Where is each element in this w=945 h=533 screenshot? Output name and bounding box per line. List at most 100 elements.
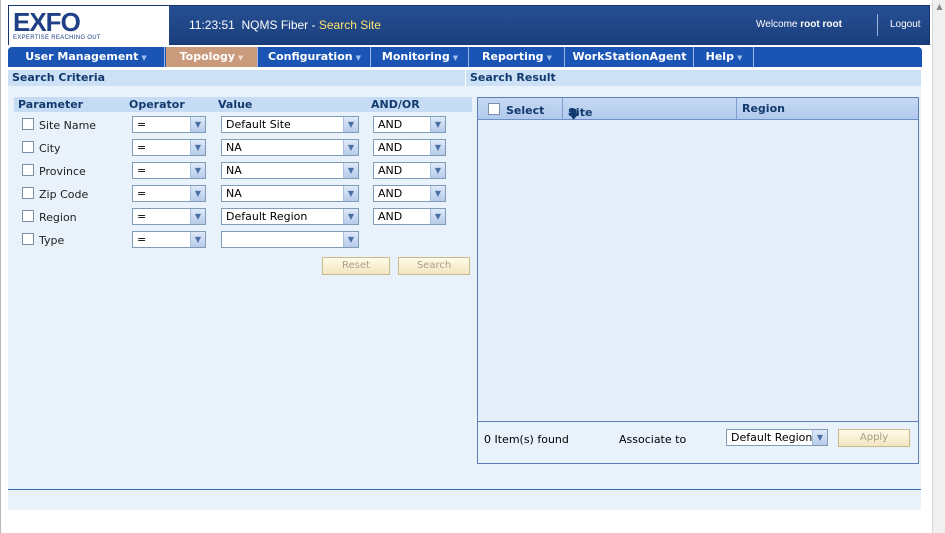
menu-workstationagent[interactable]: WorkStationAgent <box>566 47 694 67</box>
chevron-down-icon: ▼ <box>343 117 358 132</box>
chevron-down-icon: ▼ <box>190 232 205 247</box>
select-value: = <box>137 233 147 246</box>
logout-link[interactable]: Logout <box>890 19 921 30</box>
param-label: Site Name <box>39 119 97 132</box>
column-divider <box>562 98 563 120</box>
value-select[interactable]: NA ▼ <box>221 185 359 202</box>
column-divider <box>736 98 737 120</box>
zip-code-checkbox[interactable] <box>22 187 34 199</box>
value-select[interactable]: ▼ <box>221 231 359 248</box>
criteria-row-site-name: Site Name = ▼ Default Site ▼ AND ▼ <box>14 114 472 136</box>
chevron-down-icon: ▼ <box>343 186 358 201</box>
type-checkbox[interactable] <box>22 233 34 245</box>
chevron-down-icon: ▼ <box>812 430 827 445</box>
menu-help[interactable]: Help ▼ <box>695 47 754 67</box>
search-result-grid: Select Site 🡇 Region 0 Item(s) found Ass… <box>477 97 919 464</box>
criteria-row-province: Province = ▼ NA ▼ AND ▼ <box>14 160 472 182</box>
andor-select[interactable]: AND ▼ <box>373 162 446 179</box>
welcome-text: Welcome root root <box>756 19 842 30</box>
operator-select[interactable]: = ▼ <box>132 231 206 248</box>
chevron-down-icon: ▼ <box>238 54 244 62</box>
chevron-down-icon: ▼ <box>430 117 445 132</box>
operator-select[interactable]: = ▼ <box>132 116 206 133</box>
apply-button[interactable]: Apply <box>838 429 910 447</box>
param-label: Zip Code <box>39 188 89 201</box>
chevron-down-icon: ▼ <box>355 54 361 62</box>
welcome-prefix: Welcome <box>756 19 798 30</box>
search-button[interactable]: Search <box>398 257 470 275</box>
andor-select[interactable]: AND ▼ <box>373 116 446 133</box>
andor-select[interactable]: AND ▼ <box>373 208 446 225</box>
menu-label: Reporting <box>482 50 544 63</box>
andor-select[interactable]: AND ▼ <box>373 139 446 156</box>
col-parameter: Parameter <box>18 98 84 111</box>
menu-reporting[interactable]: Reporting ▼ <box>470 47 565 67</box>
city-checkbox[interactable] <box>22 141 34 153</box>
chevron-down-icon: ▼ <box>343 140 358 155</box>
param-label: City <box>39 142 61 155</box>
select-value: AND <box>378 164 403 177</box>
logo: EXFO EXPERTISE REACHING OUT <box>9 6 169 46</box>
param-label: Type <box>39 234 65 247</box>
value-select[interactable]: Default Site ▼ <box>221 116 359 133</box>
chevron-down-icon: ▼ <box>546 54 552 62</box>
province-checkbox[interactable] <box>22 164 34 176</box>
andor-select[interactable]: AND ▼ <box>373 185 446 202</box>
select-value: = <box>137 210 147 223</box>
menu-configuration[interactable]: Configuration ▼ <box>259 47 371 67</box>
select-value: Default Site <box>226 118 291 131</box>
col-region[interactable]: Region <box>742 102 785 115</box>
select-all-checkbox[interactable] <box>488 103 500 115</box>
select-value: = <box>137 164 147 177</box>
operator-select[interactable]: = ▼ <box>132 139 206 156</box>
chevron-down-icon: ▼ <box>190 186 205 201</box>
select-value: NA <box>226 187 242 200</box>
menu-topology[interactable]: Topology ▼ <box>166 47 258 67</box>
region-checkbox[interactable] <box>22 210 34 222</box>
chevron-down-icon: ▼ <box>430 186 445 201</box>
vertical-scrollbar[interactable]: ▲ <box>932 0 945 533</box>
header-divider <box>877 14 878 36</box>
logo-tagline: EXPERTISE REACHING OUT <box>13 35 101 41</box>
select-value: NA <box>226 141 242 154</box>
result-footer: 0 Item(s) found Associate to Default Reg… <box>478 423 918 463</box>
logo-text: EXFO <box>13 7 81 37</box>
chevron-down-icon: ▼ <box>141 54 147 62</box>
value-select[interactable]: Default Region ▼ <box>221 208 359 225</box>
result-grid-header: Select Site 🡇 Region <box>478 98 918 121</box>
clock: 11:23:51 <box>189 18 235 32</box>
search-result-header: Search Result <box>466 70 921 86</box>
chevron-down-icon: ▼ <box>430 209 445 224</box>
app-header: EXFO EXPERTISE REACHING OUT 11:23:51 NQM… <box>8 5 930 46</box>
col-andor: AND/OR <box>371 98 420 111</box>
app-name: NQMS Fiber <box>241 18 309 32</box>
chevron-down-icon: ▼ <box>736 54 743 62</box>
site-name-checkbox[interactable] <box>22 118 34 130</box>
value-select[interactable]: NA ▼ <box>221 162 359 179</box>
menu-user-management[interactable]: User Management ▼ <box>8 47 165 67</box>
menu-label: Help <box>705 50 734 63</box>
scroll-up-icon[interactable]: ▲ <box>935 2 944 11</box>
reset-button[interactable]: Reset <box>322 257 390 275</box>
operator-select[interactable]: = ▼ <box>132 185 206 202</box>
select-value: = <box>137 141 147 154</box>
select-value: NA <box>226 164 242 177</box>
operator-select[interactable]: = ▼ <box>132 162 206 179</box>
main-menu: User Management ▼ Topology ▼ Configuration… <box>8 47 922 67</box>
menu-monitoring[interactable]: Monitoring ▼ <box>372 47 469 67</box>
username: root root <box>800 19 842 30</box>
select-value: = <box>137 118 147 131</box>
menu-label: User Management <box>25 50 139 63</box>
operator-select[interactable]: = ▼ <box>132 208 206 225</box>
criteria-row-type: Type = ▼ ▼ <box>14 229 472 251</box>
chevron-down-icon: ▼ <box>343 232 358 247</box>
select-value: Default Region <box>226 210 308 223</box>
param-label: Region <box>39 211 77 224</box>
value-select[interactable]: NA ▼ <box>221 139 359 156</box>
param-label: Province <box>39 165 86 178</box>
select-value: AND <box>378 210 403 223</box>
chevron-down-icon: ▼ <box>190 209 205 224</box>
menu-label: WorkStationAgent <box>572 50 687 63</box>
select-value: AND <box>378 118 403 131</box>
associate-region-select[interactable]: Default Region ▼ <box>726 429 828 446</box>
